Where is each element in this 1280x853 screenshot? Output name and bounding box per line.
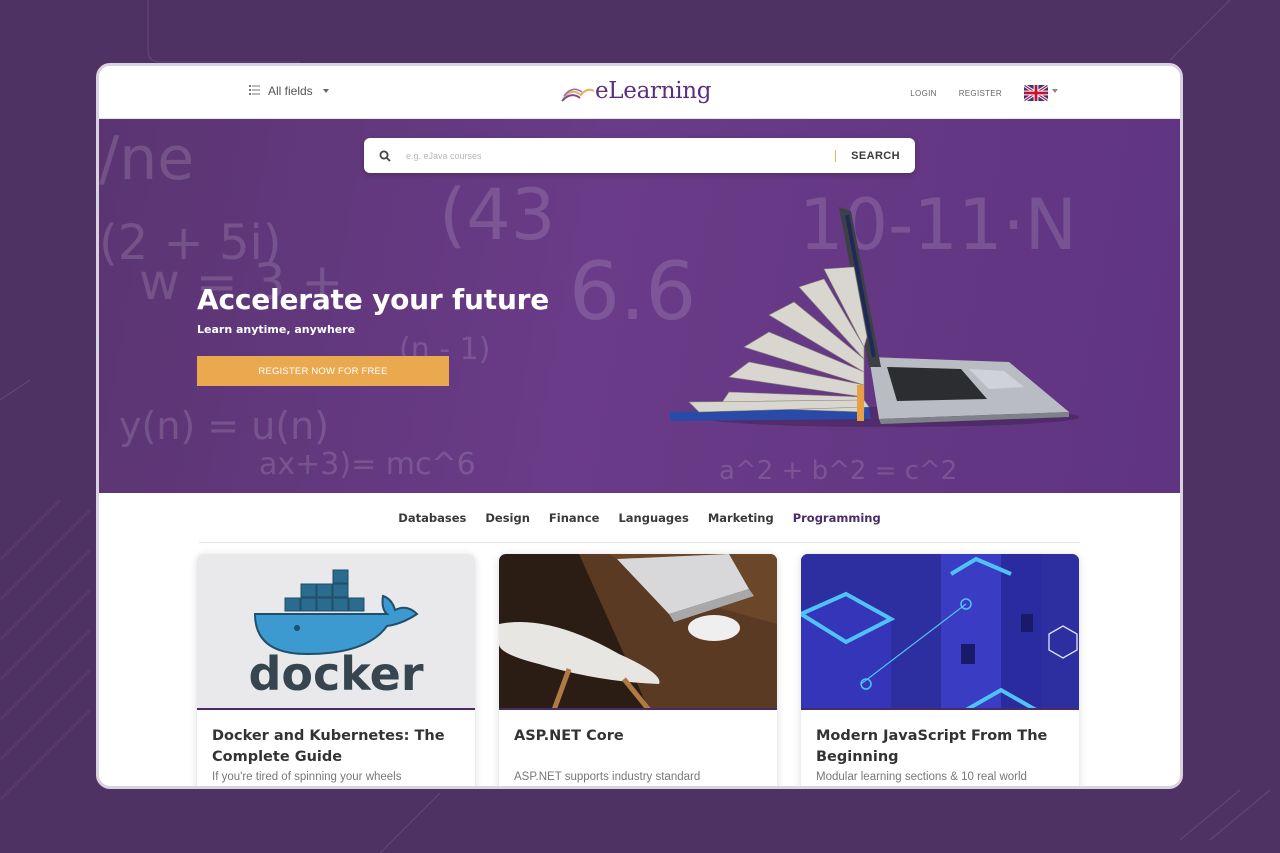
chevron-down-icon — [322, 89, 329, 93]
category-programming[interactable]: Programming — [793, 511, 881, 525]
hero-banner: (2 + 5i) w = 3 + (43 6.6 10-11·N y(n) = … — [99, 119, 1180, 493]
search-button[interactable]: SEARCH — [836, 150, 915, 162]
search-input[interactable] — [406, 150, 836, 161]
course-description: ASP.NET supports industry standard — [514, 771, 701, 783]
course-card-aspnet[interactable]: ASP.NET Core ASP.NET supports industry s… — [499, 554, 777, 786]
register-link[interactable]: REGISTER — [959, 89, 1002, 98]
course-thumbnail — [801, 554, 1079, 710]
course-title: ASP.NET Core — [514, 728, 624, 744]
svg-text:ax+3)= mc^6: ax+3)= mc^6 — [259, 447, 476, 482]
category-languages[interactable]: Languages — [618, 511, 688, 525]
login-link[interactable]: LOGIN — [910, 89, 936, 98]
docker-whale-icon: docker — [248, 569, 424, 701]
language-selector[interactable] — [1024, 85, 1058, 101]
docker-logo-text: docker — [248, 647, 423, 701]
category-tabs: Databases Design Finance Languages Marke… — [199, 493, 1080, 543]
category-design[interactable]: Design — [485, 511, 530, 525]
uk-flag-icon — [1024, 85, 1048, 101]
top-navbar: All fields eLearning LOGIN REGISTER — [99, 66, 1180, 119]
search-icon — [364, 150, 406, 162]
course-description: Modular learning sections & 10 real worl… — [816, 771, 1027, 783]
svg-text:/ne: /ne — [99, 124, 194, 194]
course-card-docker[interactable]: docker Docker and Kubernetes: The Comple… — [197, 554, 475, 786]
search-bar: SEARCH — [364, 138, 915, 173]
register-now-button[interactable]: REGISTER NOW FOR FREE — [197, 356, 449, 386]
svg-text:(43: (43 — [439, 174, 555, 256]
course-description: If you're tired of spinning your wheels — [212, 771, 402, 783]
svg-text:a^2 + b^2 = c^2: a^2 + b^2 = c^2 — [719, 456, 957, 486]
hero-subline: Learn anytime, anywhere — [197, 323, 356, 336]
browser-frame: All fields eLearning LOGIN REGISTER (2 +… — [96, 63, 1183, 789]
logo-text: eLearning — [595, 78, 712, 104]
course-cards: docker Docker and Kubernetes: The Comple… — [197, 554, 1079, 786]
isometric-blocks-illustration — [801, 554, 1079, 708]
course-title: Modern JavaScript From The Beginning — [816, 728, 1048, 765]
book-laptop-illustration — [669, 207, 1079, 427]
hero-headline: Accelerate your future — [197, 283, 550, 316]
all-fields-dropdown[interactable]: All fields — [249, 84, 329, 98]
all-fields-label: All fields — [268, 84, 313, 98]
desk-photo — [499, 554, 777, 708]
list-icon — [249, 84, 260, 98]
auth-links: LOGIN REGISTER — [910, 85, 1058, 101]
course-thumbnail — [499, 554, 777, 710]
category-databases[interactable]: Databases — [398, 511, 466, 525]
course-title: Docker and Kubernetes: The Complete Guid… — [212, 728, 445, 765]
open-book-icon — [561, 88, 595, 102]
category-marketing[interactable]: Marketing — [708, 511, 774, 525]
chevron-down-icon — [1052, 89, 1058, 93]
course-card-javascript[interactable]: Modern JavaScript From The Beginning Mod… — [801, 554, 1079, 786]
svg-text:y(n) = u(n): y(n) = u(n) — [119, 404, 329, 448]
category-finance[interactable]: Finance — [549, 511, 600, 525]
elearning-logo[interactable]: eLearning — [561, 78, 712, 104]
course-thumbnail: docker — [197, 554, 475, 710]
